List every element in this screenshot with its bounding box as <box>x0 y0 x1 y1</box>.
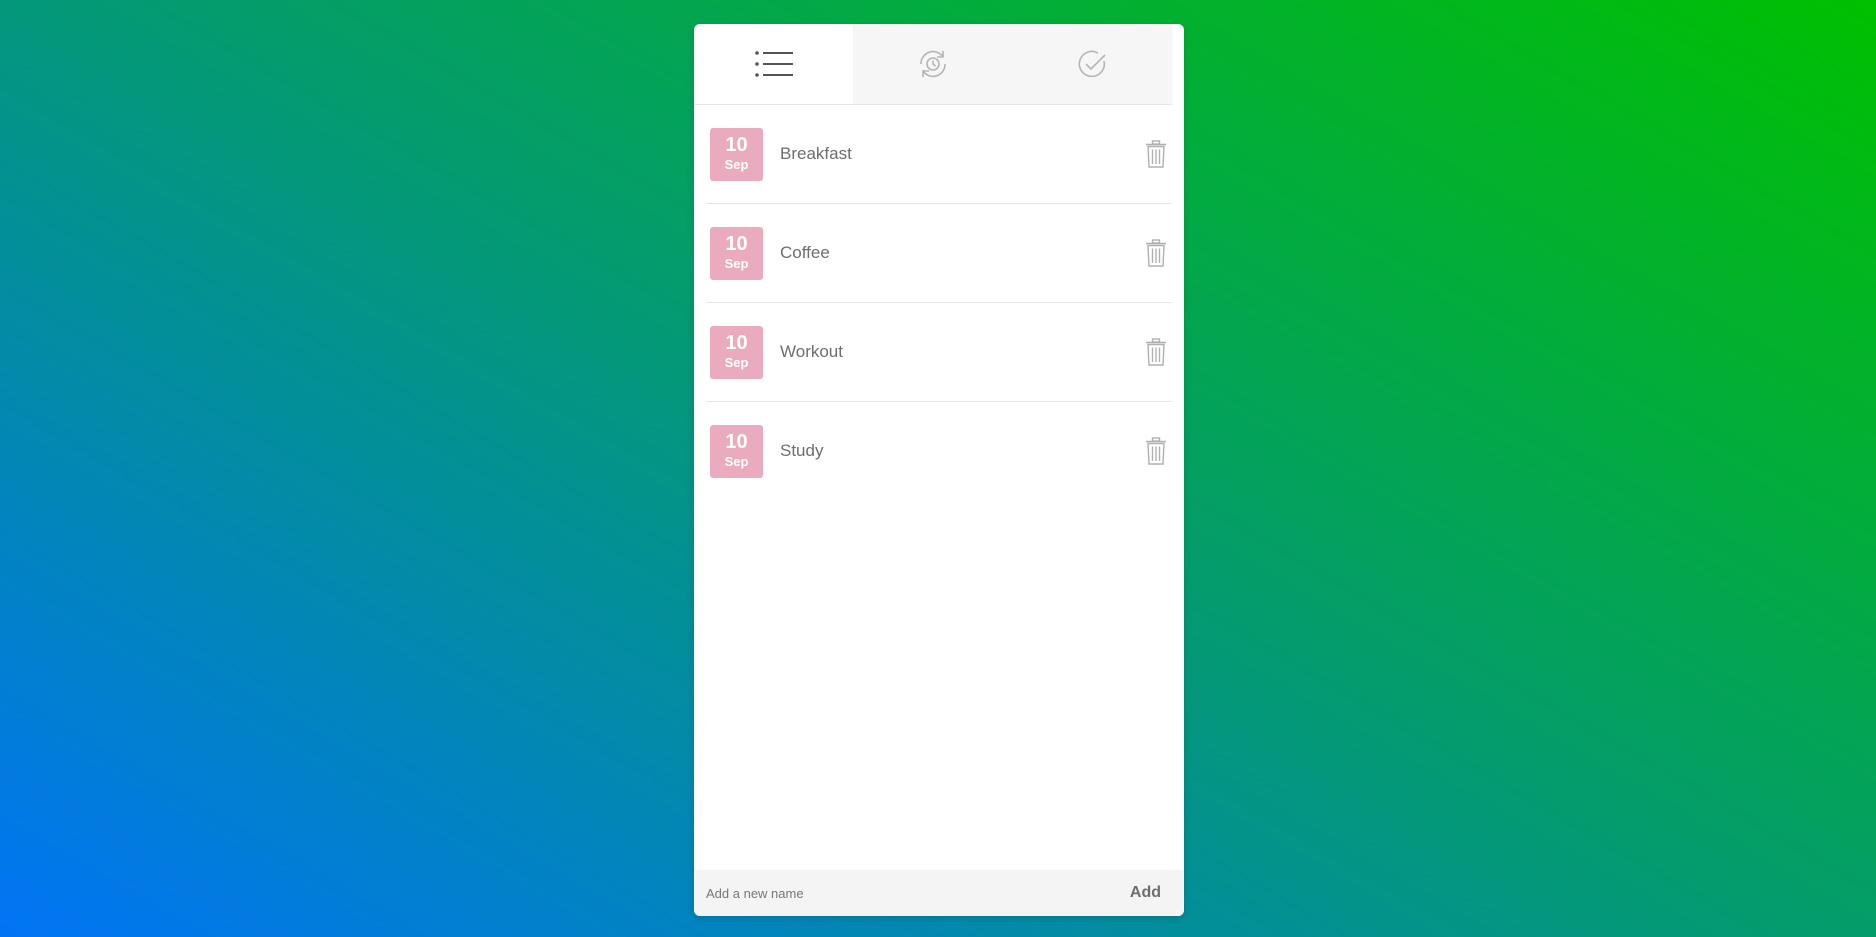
delete-button[interactable] <box>1142 435 1170 467</box>
list-item: 10 Sep Coffee <box>706 204 1172 303</box>
date-badge: 10 Sep <box>710 226 763 280</box>
check-circle-icon <box>1078 50 1106 78</box>
tab-pending[interactable] <box>853 24 1013 104</box>
item-name: Breakfast <box>780 144 852 163</box>
list-item: 10 Sep Breakfast <box>706 105 1172 204</box>
list-icon <box>754 51 793 77</box>
trash-icon <box>1146 437 1166 465</box>
date-month: Sep <box>724 355 749 370</box>
add-button[interactable]: Add <box>1124 883 1167 903</box>
tab-completed[interactable] <box>1012 24 1172 104</box>
trash-icon <box>1146 140 1166 168</box>
date-day: 10 <box>725 233 748 255</box>
trash-icon <box>1146 338 1166 366</box>
item-list: 10 Sep Breakfast 10 Sep Coffee 10 Sep Wo… <box>706 105 1172 500</box>
item-name: Study <box>780 441 824 460</box>
tab-all[interactable] <box>694 24 854 104</box>
new-name-input[interactable] <box>694 884 1124 902</box>
date-badge: 10 Sep <box>710 424 763 478</box>
date-badge: 10 Sep <box>710 127 763 181</box>
delete-button[interactable] <box>1142 138 1170 170</box>
tab-bar <box>694 24 1172 105</box>
delete-button[interactable] <box>1142 336 1170 368</box>
item-name: Coffee <box>780 243 830 262</box>
date-badge: 10 Sep <box>710 325 763 379</box>
delete-button[interactable] <box>1142 237 1170 269</box>
date-day: 10 <box>725 134 748 156</box>
list-item: 10 Sep Study <box>706 402 1172 500</box>
date-day: 10 <box>725 431 748 453</box>
date-month: Sep <box>724 157 749 172</box>
todo-card: 10 Sep Breakfast 10 Sep Coffee 10 Sep Wo… <box>694 24 1184 916</box>
date-month: Sep <box>724 256 749 271</box>
item-name: Workout <box>780 342 843 361</box>
trash-icon <box>1146 239 1166 267</box>
clock-refresh-icon <box>920 50 946 78</box>
add-bar: Add <box>694 870 1184 916</box>
date-month: Sep <box>724 454 749 469</box>
list-item: 10 Sep Workout <box>706 303 1172 402</box>
date-day: 10 <box>725 332 748 354</box>
